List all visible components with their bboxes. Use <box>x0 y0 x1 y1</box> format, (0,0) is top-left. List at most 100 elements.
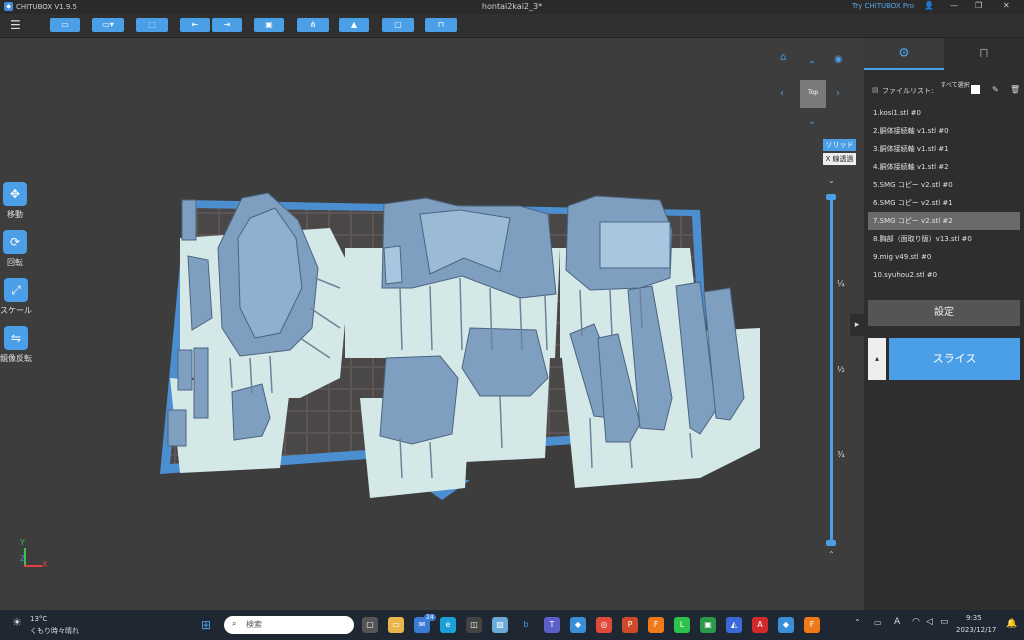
lock-button[interactable]: ⊓ <box>425 18 457 32</box>
home-view-icon[interactable]: ⌂ <box>780 52 786 63</box>
file-list-icon: ▤ <box>872 86 879 94</box>
toolbar: ☰ ▭ ▭▾ ⬚ ⇤ ⇥ ▣ ⋔ ▲ ▢ ⊓ <box>0 14 1024 38</box>
chrome-icon[interactable]: ◎ <box>596 617 612 633</box>
slider-expand-icon[interactable]: ⌃ <box>828 550 835 559</box>
folder-open-icon: ▭ <box>61 20 69 29</box>
notification-bell-icon[interactable]: 🔔 <box>1006 619 1017 629</box>
ime-indicator[interactable]: A <box>894 617 900 627</box>
edge-icon[interactable]: e <box>440 617 456 633</box>
hollow-button[interactable]: ▲ <box>339 18 369 32</box>
rotate-up-icon[interactable]: ⌃ <box>808 60 816 71</box>
settings-gear-icon: ⚙ <box>898 46 910 61</box>
acrobat-icon[interactable]: A <box>752 617 768 633</box>
move-tool[interactable]: ✥ 移動 <box>2 182 28 220</box>
list-item[interactable]: 3.胴体接続軸 v1.stl #1 <box>868 140 1020 158</box>
tab-support[interactable]: ⊓ <box>944 38 1024 70</box>
export-icon: ⇥ <box>223 20 231 29</box>
app-blue-icon[interactable]: ◭ <box>726 617 742 633</box>
solid-mode-button[interactable]: ソリッド <box>823 139 856 151</box>
slice-options-button[interactable]: ▴ <box>868 338 886 380</box>
open-file-button[interactable]: ▭ <box>50 18 80 32</box>
close-button[interactable]: ✕ <box>1003 1 1010 10</box>
support-table-icon: ⊓ <box>978 46 990 61</box>
list-item[interactable]: 10.syuhou2.stl #0 <box>868 266 1020 284</box>
rotate-tool[interactable]: ⟳ 回転 <box>2 230 28 268</box>
chitubox-active-icon[interactable]: ◆ <box>778 617 794 633</box>
start-icon[interactable]: ⊞ <box>198 617 214 633</box>
line-icon[interactable]: L <box>674 617 690 633</box>
app-green-icon[interactable]: ▣ <box>700 617 716 633</box>
sidebar-toggle-icon[interactable]: ▸ <box>850 314 864 336</box>
model-smg-1[interactable] <box>461 327 549 397</box>
powerpoint-icon[interactable]: P <box>622 617 638 633</box>
list-item[interactable]: 8.胸部（面取り版）v13.stl #0 <box>868 230 1020 248</box>
build-plate-scene[interactable] <box>0 38 864 610</box>
minimize-button[interactable]: — <box>950 1 958 10</box>
delete-icon[interactable]: 🗑 <box>1010 85 1020 94</box>
scale-tool[interactable]: ⤢ スケール <box>0 278 32 316</box>
layout-button[interactable]: ▣ <box>254 18 284 32</box>
xray-mode-button[interactable]: X 線透過 <box>823 153 856 165</box>
explorer-icon[interactable]: ▭ <box>388 617 404 633</box>
list-item[interactable]: 5.SMG コピー v2.stl #0 <box>868 176 1020 194</box>
wifi-icon[interactable]: ◠ <box>912 617 920 627</box>
eye-icon[interactable]: ◉ <box>834 54 843 65</box>
bing-icon[interactable]: b <box>518 617 534 633</box>
fusion2-icon[interactable]: F <box>804 617 820 633</box>
slice-button[interactable]: スライス <box>889 338 1020 380</box>
try-pro-link[interactable]: Try CHITUBOX Pro <box>852 2 914 10</box>
user-icon[interactable]: 👤 <box>924 1 934 10</box>
frame-button[interactable]: ▢ <box>382 18 414 32</box>
store-icon[interactable]: ◫ <box>466 617 482 633</box>
list-item[interactable]: 4.胴体接続軸 v1.stl #2 <box>868 158 1020 176</box>
save-button[interactable]: ▭▾ <box>92 18 124 32</box>
mirror-tool[interactable]: ⇋ 鏡像反転 <box>0 326 32 364</box>
frame-icon: ▢ <box>394 20 402 29</box>
hamburger-menu-icon[interactable]: ☰ <box>10 18 21 32</box>
list-item[interactable]: 2.胴体接続軸 v1.stl #0 <box>868 122 1020 140</box>
support-button[interactable]: ⋔ <box>297 18 329 32</box>
weather-icon[interactable]: ☀ <box>12 616 22 629</box>
list-item[interactable]: 9.mig v49.stl #0 <box>868 248 1020 266</box>
rotate-left-icon[interactable]: ‹ <box>780 88 784 99</box>
rotate-label: 回転 <box>7 258 23 267</box>
select-button[interactable]: ⬚ <box>136 18 168 32</box>
hollow-icon: ▲ <box>350 20 358 29</box>
3d-viewport[interactable]: ✥ 移動 ⟳ 回転 ⤢ スケール ⇋ 鏡像反転 ⌂ ◉ ⌃ ‹ › Top ⌄ … <box>0 38 864 610</box>
layer-slider-track[interactable] <box>830 198 833 543</box>
layout-icon: ▣ <box>265 20 273 29</box>
search-input[interactable]: 検索 <box>224 616 354 634</box>
axis-x-label: X <box>42 560 48 569</box>
rotate-down-icon[interactable]: ⌄ <box>808 116 816 127</box>
maximize-button[interactable]: ❐ <box>975 1 982 10</box>
list-item[interactable]: 1.kosi1.stl #0 <box>868 104 1020 122</box>
clock-date[interactable]: 2023/12/17 <box>956 626 996 634</box>
import-button[interactable]: ⇤ <box>180 18 210 32</box>
clock-time[interactable]: 9:35 <box>966 614 982 622</box>
tab-settings[interactable]: ⚙ <box>864 38 944 70</box>
taskview-icon[interactable]: ▢ <box>362 617 378 633</box>
scale-icon: ⤢ <box>4 278 28 302</box>
photos-icon[interactable]: ▨ <box>492 617 508 633</box>
list-item[interactable]: 7.SMG コピー v2.stl #2 <box>868 212 1020 230</box>
select-icon: ⬚ <box>148 20 156 29</box>
battery-icon[interactable]: ▭ <box>940 617 949 627</box>
layer-slider-bottom-handle[interactable] <box>826 540 836 546</box>
keyboard-icon[interactable]: ▭ <box>874 618 882 627</box>
tray-chevron-icon[interactable]: ⌃ <box>854 618 861 627</box>
axis-x-line <box>24 565 42 567</box>
mirror-icon: ⇋ <box>4 326 28 350</box>
select-all-checkbox[interactable] <box>971 85 980 94</box>
export-button[interactable]: ⇥ <box>212 18 242 32</box>
rotate-right-icon[interactable]: › <box>836 88 840 99</box>
slider-collapse-icon[interactable]: ⌄ <box>828 176 835 185</box>
rename-icon[interactable]: ✎ <box>992 85 999 94</box>
settings-button[interactable]: 設定 <box>868 300 1020 326</box>
list-item[interactable]: 6.SMG コピー v2.stl #1 <box>868 194 1020 212</box>
teams-icon[interactable]: T <box>544 617 560 633</box>
volume-icon[interactable]: ◁ <box>926 617 933 627</box>
model-smg-0[interactable] <box>379 355 459 445</box>
view-cube[interactable]: Top <box>800 80 826 108</box>
fusion-icon[interactable]: F <box>648 617 664 633</box>
chitubox-taskbar-icon[interactable]: ◆ <box>570 617 586 633</box>
